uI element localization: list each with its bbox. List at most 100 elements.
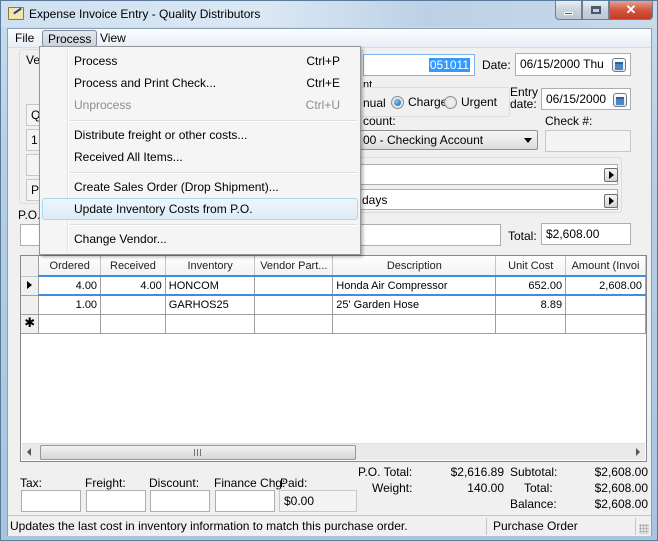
paid-field: $0.00	[279, 490, 357, 512]
cell-received[interactable]	[100, 295, 166, 315]
discount-field[interactable]	[150, 490, 210, 512]
menu-item-process-and-print-check[interactable]: Process and Print Check... Ctrl+E	[42, 72, 358, 94]
tax-label: Tax:	[20, 476, 43, 490]
subtotal-label: Subtotal:	[510, 465, 558, 479]
column-header-amount[interactable]: Amount (Invoi	[565, 256, 646, 277]
cell-inventory[interactable]	[165, 314, 256, 334]
title-bar[interactable]: Expense Invoice Entry - Quality Distribu…	[1, 1, 657, 27]
app-icon	[8, 7, 24, 20]
cell-inventory[interactable]: HONCOM	[165, 275, 256, 296]
maximize-button[interactable]	[582, 1, 609, 20]
cell-inventory[interactable]: GARHOS25	[165, 295, 256, 315]
window-title: Expense Invoice Entry - Quality Distribu…	[29, 7, 261, 21]
menu-item-change-vendor[interactable]: Change Vendor...	[42, 228, 358, 250]
weight-value: 140.00	[467, 481, 504, 495]
close-button[interactable]: ✕	[609, 1, 653, 20]
cell-received[interactable]: 4.00	[100, 275, 166, 296]
new-row[interactable]: ✱	[21, 314, 646, 334]
cell-ordered[interactable]	[38, 314, 102, 334]
status-divider	[486, 518, 487, 535]
account-dropdown[interactable]: 00 - Checking Account	[356, 130, 538, 150]
line-items-grid[interactable]: Ordered Received Inventory Vendor Part..…	[20, 255, 647, 462]
total-label: Total:	[508, 229, 537, 243]
row-selector[interactable]: ✱	[21, 314, 40, 334]
status-divider	[635, 518, 636, 535]
menu-item-distribute-freight[interactable]: Distribute freight or other costs...	[42, 124, 358, 146]
po-total-label: P.O. Total:	[358, 465, 413, 479]
menu-item-create-sales-order[interactable]: Create Sales Order (Drop Shipment)...	[42, 176, 358, 198]
current-row-icon	[27, 280, 33, 289]
cell-description[interactable]: 25' Garden Hose	[332, 295, 497, 315]
status-message: Updates the last cost in inventory infor…	[10, 519, 408, 533]
tax-field[interactable]	[21, 490, 81, 512]
menu-view[interactable]: View	[95, 30, 131, 47]
menu-item-update-inventory-costs[interactable]: Update Inventory Costs from P.O.	[42, 198, 358, 220]
cell-unit-cost[interactable]: 652.00	[495, 275, 567, 296]
row-header-corner	[21, 256, 40, 277]
cell-vendor-part[interactable]	[254, 275, 334, 296]
entry-date-calendar-icon[interactable]	[613, 93, 627, 107]
po-label: P.O.	[18, 208, 41, 222]
charge-radio[interactable]: Charge	[391, 95, 447, 109]
check-number-label: Check #:	[545, 114, 593, 128]
po-number-field[interactable]	[356, 224, 501, 246]
cell-description[interactable]: Honda Air Compressor	[332, 275, 497, 296]
lookup-field[interactable]	[356, 164, 618, 185]
scroll-right-icon[interactable]	[636, 448, 640, 456]
terms-arrow-icon[interactable]	[604, 194, 618, 208]
urgent-radio[interactable]: Urgent	[444, 95, 497, 109]
menu-process[interactable]: Process	[42, 30, 98, 47]
table-row[interactable]: 1.00 GARHOS25 25' Garden Hose 8.89	[21, 295, 646, 315]
cell-amount[interactable]	[565, 295, 646, 315]
scroll-left-icon[interactable]	[27, 448, 31, 456]
check-number-field[interactable]	[545, 130, 631, 152]
date-calendar-icon[interactable]	[612, 58, 626, 72]
column-header-vendor-part[interactable]: Vendor Part...	[254, 256, 334, 277]
column-header-received[interactable]: Received	[100, 256, 166, 277]
cell-amount[interactable]	[565, 314, 646, 334]
invoice-number-field[interactable]: 051011	[363, 54, 475, 76]
menu-file[interactable]: File	[10, 30, 39, 47]
column-header-unit-cost[interactable]: Unit Cost	[495, 256, 567, 277]
po-total-value: $2,616.89	[450, 465, 504, 479]
column-header-description[interactable]: Description	[332, 256, 497, 277]
scrollbar-thumb[interactable]	[40, 445, 356, 460]
cell-vendor-part[interactable]	[254, 314, 334, 334]
cell-received[interactable]	[100, 314, 166, 334]
expense-invoice-window: Expense Invoice Entry - Quality Distribu…	[0, 0, 658, 541]
freight-field[interactable]	[86, 490, 146, 512]
cell-description[interactable]	[332, 314, 497, 334]
menu-separator	[70, 224, 358, 226]
finance-charge-field[interactable]	[215, 490, 275, 512]
entry-date-label: Entry date:	[510, 85, 539, 111]
menu-item-received-all-items[interactable]: Received All Items...	[42, 146, 358, 168]
manual-radio-label[interactable]: nual	[363, 96, 386, 110]
total-field[interactable]: $2,608.00	[541, 223, 631, 245]
cell-amount[interactable]: 2,608.00	[565, 275, 646, 296]
freight-label: Freight:	[85, 476, 126, 490]
cell-ordered[interactable]: 1.00	[38, 295, 102, 315]
cell-unit-cost[interactable]: 8.89	[495, 295, 567, 315]
grid-header-row: Ordered Received Inventory Vendor Part..…	[21, 256, 646, 277]
row-selector[interactable]	[21, 295, 40, 315]
menu-item-unprocess: Unprocess Ctrl+U	[74, 98, 340, 112]
terms-field[interactable]: days	[356, 189, 618, 210]
column-header-ordered[interactable]: Ordered	[38, 256, 102, 277]
menu-item-process[interactable]: Process Ctrl+P	[42, 50, 358, 72]
resize-grip-icon[interactable]	[639, 524, 649, 534]
column-header-inventory[interactable]: Inventory	[165, 256, 256, 277]
horizontal-scrollbar[interactable]	[22, 443, 645, 460]
table-row[interactable]: 4.00 4.00 HONCOM Honda Air Compressor 65…	[21, 275, 646, 296]
menu-separator	[70, 172, 358, 174]
minimize-button[interactable]	[555, 1, 582, 20]
cell-ordered[interactable]: 4.00	[38, 275, 102, 296]
balance-value: $2,608.00	[594, 497, 648, 511]
process-menu: Process Ctrl+P Process and Print Check...…	[39, 46, 361, 255]
row-selector[interactable]	[21, 275, 40, 296]
cell-vendor-part[interactable]	[254, 295, 334, 315]
cell-unit-cost[interactable]	[495, 314, 567, 334]
date-label: Date:	[482, 58, 511, 72]
chevron-down-icon	[524, 138, 532, 143]
maximize-icon	[590, 6, 601, 14]
lookup-arrow-icon[interactable]	[604, 168, 618, 182]
